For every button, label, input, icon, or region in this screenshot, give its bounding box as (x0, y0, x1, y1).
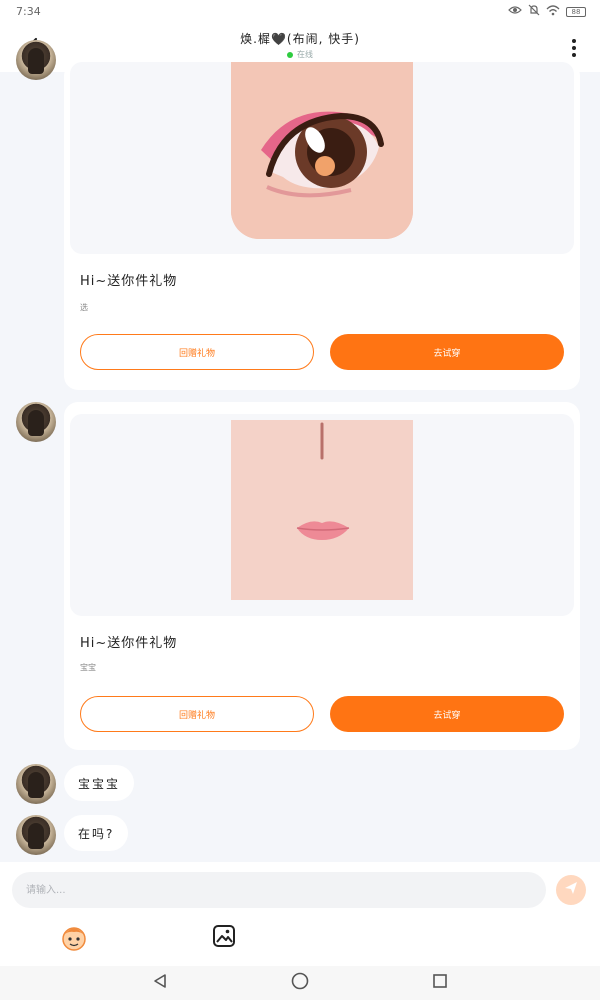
chat-title: 焕.樨🖤(布闹, 快手) (240, 32, 360, 46)
gift-title: Hi~送你件礼物 (80, 274, 178, 289)
mute-icon (528, 4, 540, 19)
contact-avatar[interactable] (16, 402, 56, 442)
gift-image[interactable] (231, 420, 413, 600)
message-bubble[interactable]: 宝宝宝 (64, 765, 135, 801)
nav-home-button[interactable] (289, 972, 311, 994)
gift-subtitle: 选 (80, 303, 88, 312)
message-input[interactable] (12, 872, 546, 908)
contact-avatar[interactable] (16, 40, 56, 80)
face-makeup-image (231, 420, 413, 600)
try-on-button[interactable]: 去试穿 (330, 696, 564, 732)
nav-recents-button[interactable] (429, 972, 451, 994)
gift-image-area (70, 414, 574, 616)
status-icons: 88 (508, 4, 586, 19)
more-vertical-icon (572, 39, 576, 57)
eye-icon (508, 5, 522, 18)
contact-avatar[interactable] (16, 815, 56, 855)
image-button[interactable] (212, 924, 238, 950)
triangle-back-icon (152, 973, 168, 993)
square-recents-icon (432, 973, 448, 993)
return-gift-button[interactable]: 回赠礼物 (80, 334, 314, 370)
contact-avatar[interactable] (16, 764, 56, 804)
return-gift-button[interactable]: 回赠礼物 (80, 696, 314, 732)
gift-image-area (70, 62, 574, 254)
gift-title: Hi~送你件礼物 (80, 636, 178, 651)
image-icon (212, 925, 236, 952)
try-on-button[interactable]: 去试穿 (330, 334, 564, 370)
message-bubble[interactable]: 在吗? (64, 815, 129, 851)
online-dot (287, 51, 293, 58)
online-status-text: 在线 (297, 50, 313, 59)
input-panel (0, 862, 600, 966)
emoji-face-icon (60, 927, 88, 956)
send-icon (563, 880, 579, 900)
gift-subtitle: 宝宝 (80, 663, 96, 672)
battery-indicator: 88 (566, 6, 586, 17)
system-nav-bar (0, 966, 600, 1000)
gift-image[interactable] (231, 62, 413, 239)
nav-back-button[interactable] (149, 972, 171, 994)
more-options-button[interactable] (562, 36, 586, 60)
circle-home-icon (291, 972, 309, 994)
status-time: 7:34 (16, 5, 41, 18)
emoji-button[interactable] (60, 924, 88, 952)
online-status: 在线 (0, 49, 600, 60)
wifi-icon (546, 4, 560, 19)
gift-card: Hi~送你件礼物 宝宝 回赠礼物 去试穿 (64, 402, 580, 750)
eye-makeup-image (231, 62, 413, 239)
title-wrap: 焕.樨🖤(布闹, 快手) 在线 (0, 30, 600, 60)
gift-card: Hi~送你件礼物 选 回赠礼物 去试穿 (64, 62, 580, 390)
status-bar: 7:34 88 (0, 0, 600, 24)
send-button[interactable] (556, 875, 586, 905)
